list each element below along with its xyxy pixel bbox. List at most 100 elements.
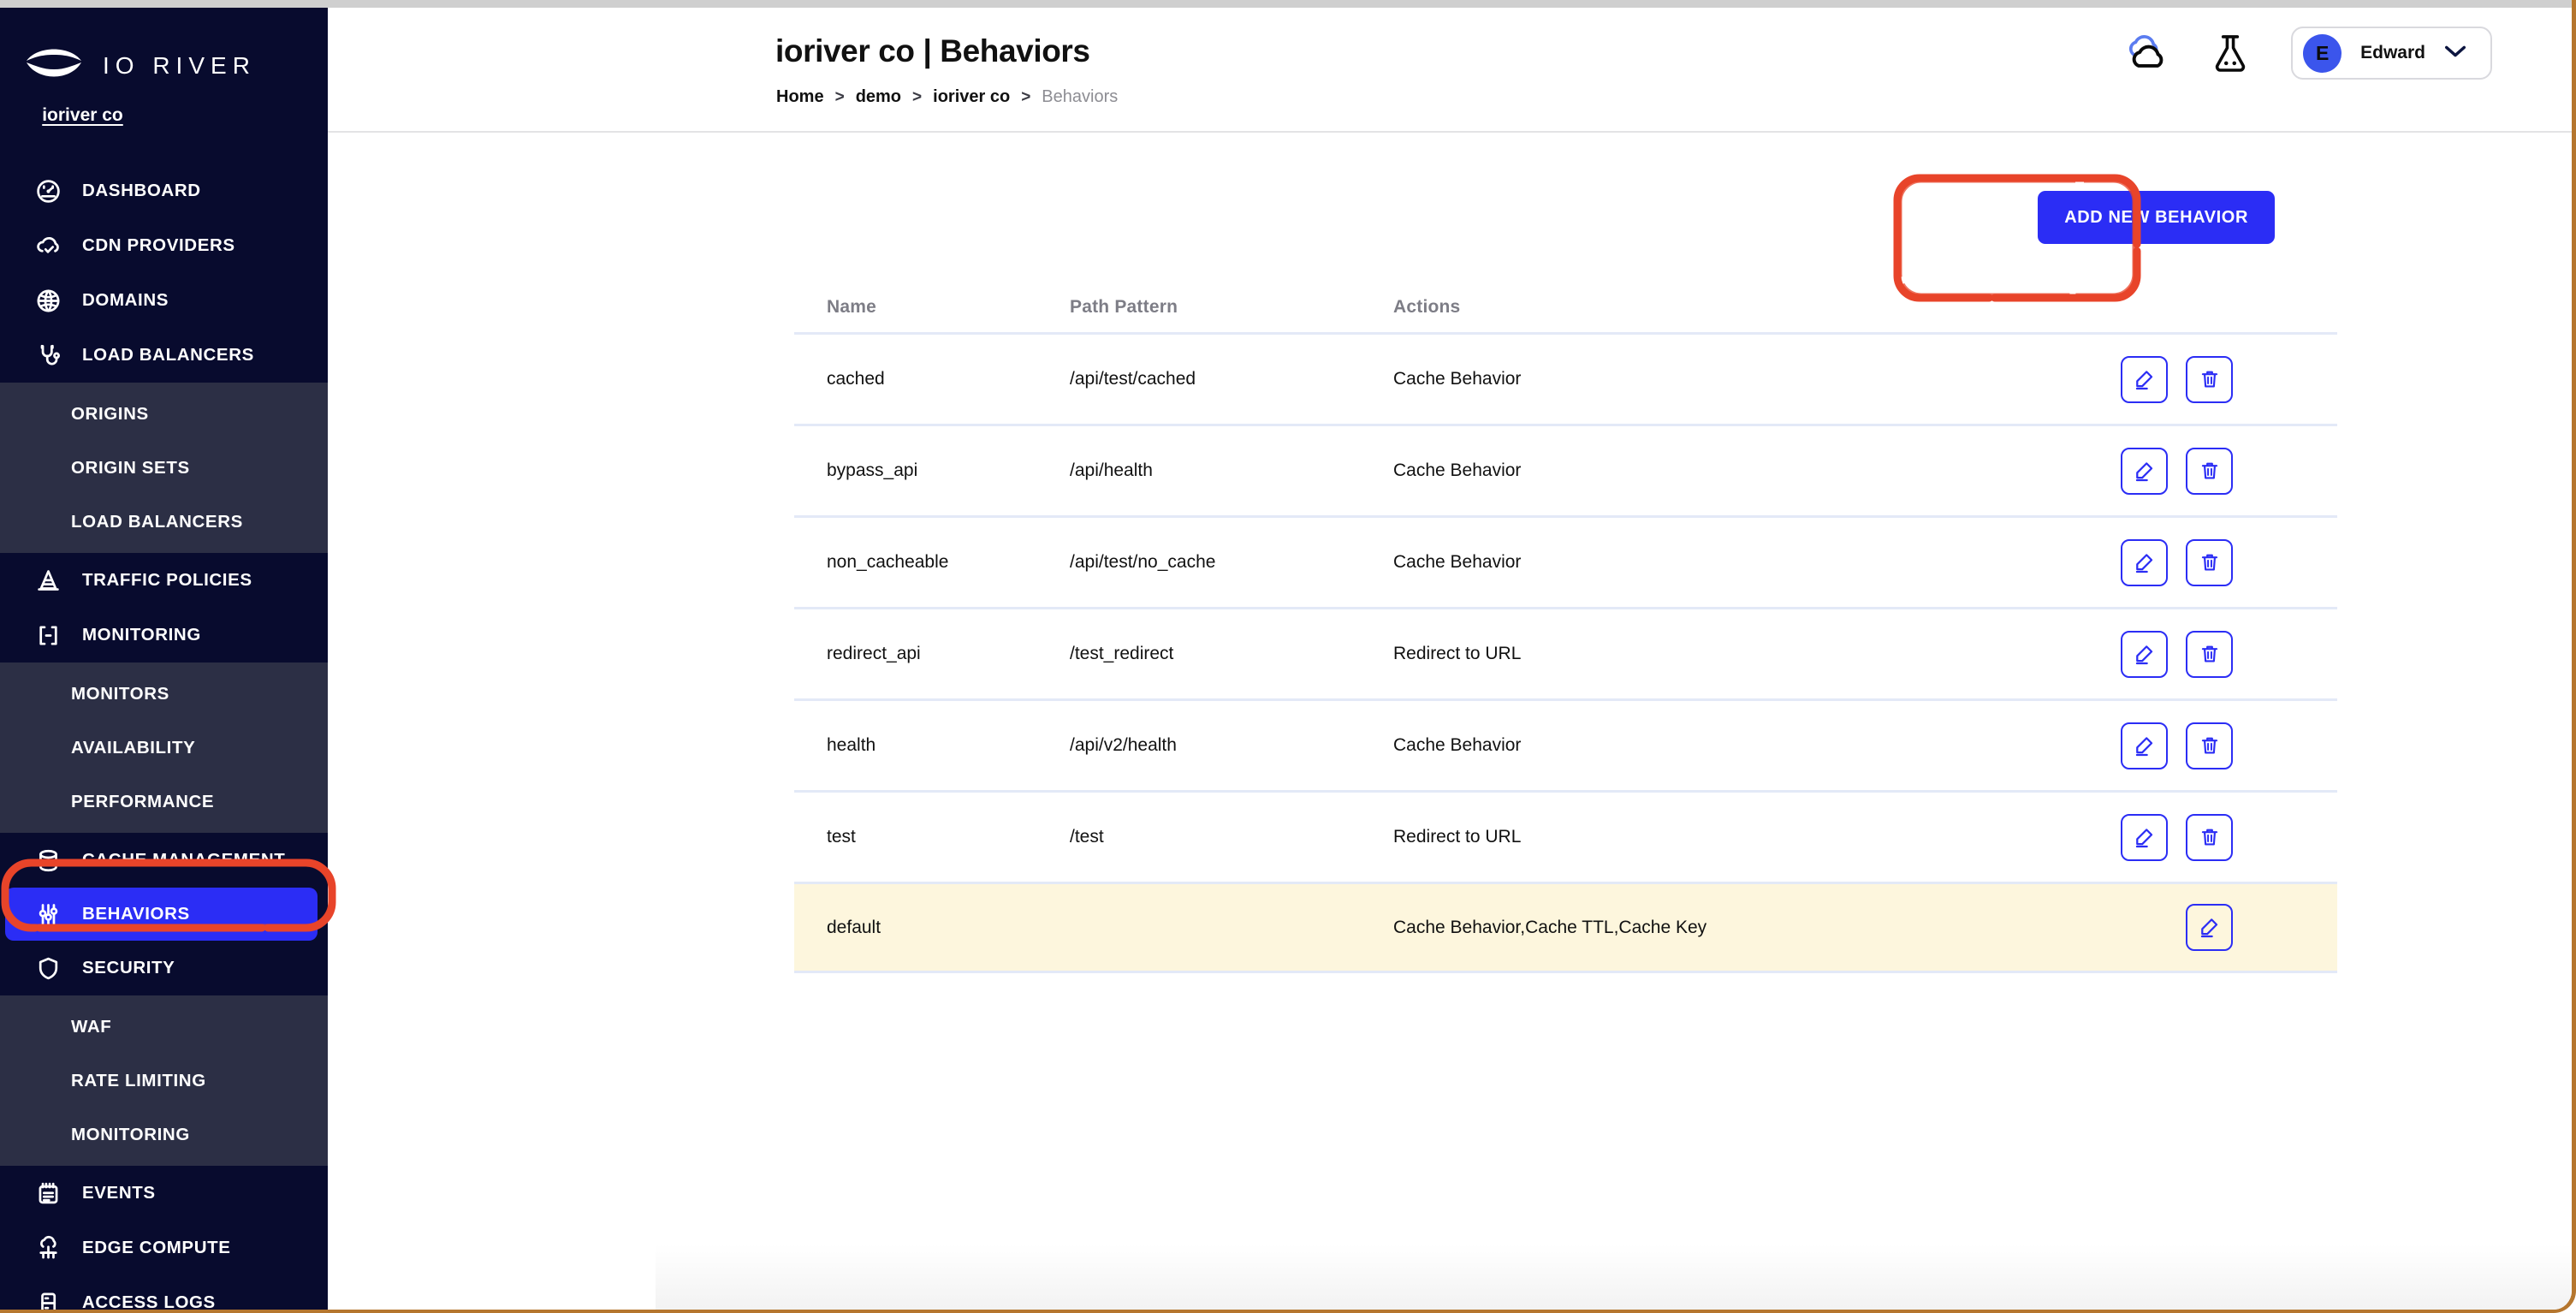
delete-row-button[interactable] <box>2186 447 2233 495</box>
sidebar-subitem-rate-limiting[interactable]: RATE LIMITING <box>0 1054 328 1108</box>
sidebar-item-edge-compute[interactable]: EDGE COMPUTE <box>0 1221 328 1275</box>
chevron-down-icon <box>2444 45 2466 62</box>
table-row[interactable]: non_cacheable /api/test/no_cache Cache B… <box>794 515 2337 607</box>
add-new-behavior-button[interactable]: ADD NEW BEHAVIOR <box>2038 191 2275 244</box>
table-header-row: Name Path Pattern Actions <box>794 282 2337 332</box>
edit-row-button[interactable] <box>2121 355 2168 403</box>
sidebar-subitem-origins[interactable]: ORIGINS <box>0 387 328 441</box>
edit-row-button[interactable] <box>2186 904 2233 951</box>
tenant-label: ioriver co <box>42 105 123 125</box>
sidebar-item-cache-management[interactable]: CACHE MANAGEMENT <box>0 833 328 888</box>
sidebar-subitem-monitors[interactable]: MONITORS <box>0 667 328 721</box>
sidebar-item-label: SECURITY <box>82 958 175 977</box>
delete-row-button[interactable] <box>2186 355 2233 403</box>
breadcrumb-item-behaviors: Behaviors <box>1042 87 1119 106</box>
delete-row-button[interactable] <box>2186 630 2233 678</box>
table-row[interactable]: default Cache Behavior,Cache TTL,Cache K… <box>794 882 2337 973</box>
breadcrumb-item-home[interactable]: Home <box>776 87 824 107</box>
table-body: cached /api/test/cached Cache Behavior b… <box>794 332 2337 973</box>
user-name: Edward <box>2360 43 2425 62</box>
cell-path-pattern: /api/test/no_cache <box>1070 552 1216 572</box>
cell-actions: Cache Behavior <box>1393 735 1522 755</box>
cell-name: redirect_api <box>827 644 921 663</box>
sidebar-subitem-label: MONITORING <box>71 1124 190 1144</box>
sidebar-subitem-label: RATE LIMITING <box>71 1070 206 1090</box>
sidebar-subitem-monitoring[interactable]: MONITORING <box>0 1108 328 1162</box>
header-actions: E Edward <box>2122 27 2492 80</box>
avatar: E <box>2303 33 2342 73</box>
row-action-buttons <box>1950 538 2337 586</box>
sidebar-item-load-balancers[interactable]: LOAD BALANCERS <box>0 328 328 383</box>
sidebar-item-behaviors[interactable]: BEHAVIORS <box>5 888 318 941</box>
cloud-icon[interactable] <box>2122 29 2169 77</box>
sidebar-subgroup: WAF RATE LIMITING MONITORING <box>0 995 328 1166</box>
edit-row-button[interactable] <box>2121 447 2168 495</box>
edge-compute-icon <box>35 1235 62 1262</box>
sidebar-item-label: CDN PROVIDERS <box>82 235 235 255</box>
row-action-buttons <box>1950 447 2337 495</box>
tenant-link[interactable]: ioriver co <box>0 105 328 126</box>
cell-actions: Cache Behavior <box>1393 369 1522 389</box>
logs-book-icon <box>35 1290 62 1310</box>
table-row[interactable]: redirect_api /test_redirect Redirect to … <box>794 607 2337 698</box>
row-action-buttons <box>1950 813 2337 861</box>
table-row[interactable]: bypass_api /api/health Cache Behavior <box>794 424 2337 515</box>
edit-row-button[interactable] <box>2121 813 2168 861</box>
row-action-buttons <box>1950 355 2337 403</box>
sidebar-subitem-load-balancers[interactable]: LOAD BALANCERS <box>0 495 328 549</box>
sidebar-item-events[interactable]: EVENTS <box>0 1166 328 1221</box>
sidebar-subitem-label: LOAD BALANCERS <box>71 511 243 532</box>
sidebar-subitem-waf[interactable]: WAF <box>0 1000 328 1054</box>
sidebar-item-dashboard[interactable]: DASHBOARD <box>0 163 328 218</box>
edit-row-button[interactable] <box>2121 538 2168 586</box>
sidebar-item-label: CACHE MANAGEMENT <box>82 850 286 870</box>
sidebar-item-label: BEHAVIORS <box>82 904 190 924</box>
dashboard-gauge-icon <box>35 178 62 205</box>
sidebar-item-label: DOMAINS <box>82 290 169 310</box>
sidebar-item-traffic-policies[interactable]: TRAFFIC POLICIES <box>0 553 328 608</box>
sidebar-subitem-label: WAF <box>71 1016 112 1037</box>
sidebar-item-label: DASHBOARD <box>82 181 201 200</box>
cell-name: test <box>827 827 856 847</box>
cell-path-pattern: /api/v2/health <box>1070 735 1177 755</box>
cell-actions: Cache Behavior <box>1393 460 1522 480</box>
sidebar-item-security[interactable]: SECURITY <box>0 941 328 995</box>
user-menu[interactable]: E Edward <box>2291 27 2492 80</box>
sidebar-subitem-origin-sets[interactable]: ORIGIN SETS <box>0 441 328 495</box>
sidebar-item-access-logs[interactable]: ACCESS LOGS <box>0 1275 328 1310</box>
delete-row-button[interactable] <box>2186 722 2233 769</box>
delete-row-button[interactable] <box>2186 813 2233 861</box>
sidebar-item-domains[interactable]: DOMAINS <box>0 273 328 328</box>
sidebar-item-label: EDGE COMPUTE <box>82 1238 231 1257</box>
app-window: IO RIVER ioriver co DASHBOARD CDN PROVID… <box>0 0 2576 1313</box>
cell-name: health <box>827 735 876 755</box>
sidebar-subitem-label: PERFORMANCE <box>71 791 215 811</box>
sidebar-subitem-performance[interactable]: PERFORMANCE <box>0 775 328 829</box>
column-header-name: Name <box>827 297 876 317</box>
breadcrumb-separator: > <box>1021 87 1031 106</box>
sidebar-item-cdn-providers[interactable]: CDN PROVIDERS <box>0 218 328 273</box>
table-row[interactable]: test /test Redirect to URL <box>794 790 2337 882</box>
edit-row-button[interactable] <box>2121 630 2168 678</box>
traffic-cone-icon <box>35 567 62 594</box>
flask-icon[interactable] <box>2206 29 2254 77</box>
cell-name: bypass_api <box>827 460 918 480</box>
cell-path-pattern: /api/test/cached <box>1070 369 1196 389</box>
breadcrumb-item-demo[interactable]: demo <box>856 87 901 107</box>
breadcrumb-item-ioriver-co[interactable]: ioriver co <box>933 87 1010 107</box>
cell-name: cached <box>827 369 885 389</box>
database-icon <box>35 847 62 874</box>
row-action-buttons <box>1950 904 2337 951</box>
cell-path-pattern: /api/health <box>1070 460 1153 480</box>
brand-logo[interactable]: IO RIVER <box>0 8 328 88</box>
ioriver-eye-logo-icon <box>24 44 84 88</box>
cell-path-pattern: /test_redirect <box>1070 644 1174 663</box>
delete-row-button[interactable] <box>2186 538 2233 586</box>
page-title: ioriver co | Behaviors <box>775 33 1090 68</box>
sidebar-item-monitoring[interactable]: MONITORING <box>0 608 328 662</box>
edit-row-button[interactable] <box>2121 722 2168 769</box>
cell-name: default <box>827 917 881 937</box>
sidebar-subitem-availability[interactable]: AVAILABILITY <box>0 721 328 775</box>
table-row[interactable]: health /api/v2/health Cache Behavior <box>794 698 2337 790</box>
table-row[interactable]: cached /api/test/cached Cache Behavior <box>794 332 2337 424</box>
